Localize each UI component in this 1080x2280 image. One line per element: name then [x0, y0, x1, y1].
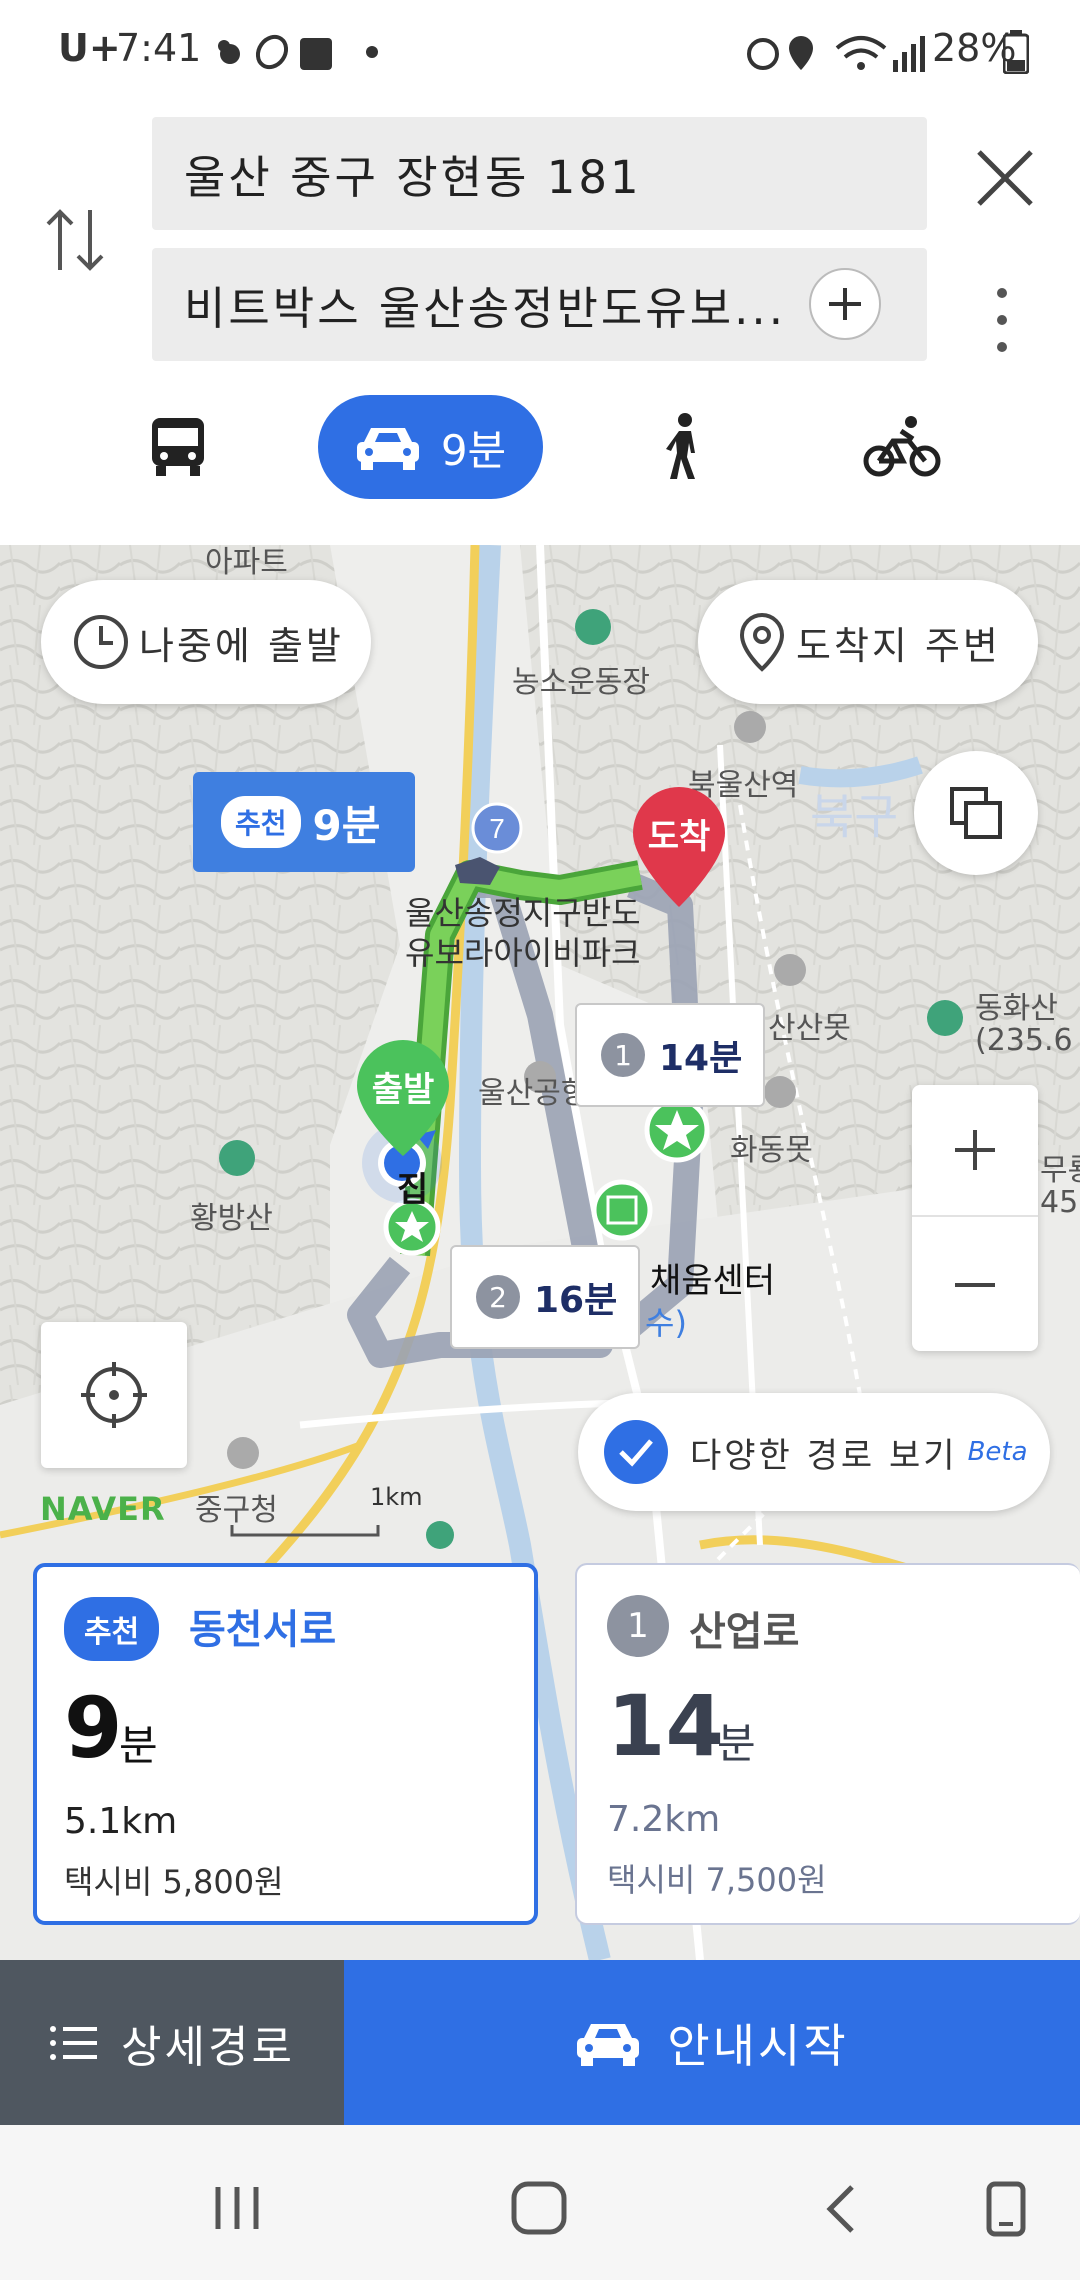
map-label-sports-ground: 농소운동장 [512, 665, 650, 700]
recommended-route-callout[interactable]: 추천 9분 [193, 772, 415, 872]
origin-text: 울산 중구 장현동 181 [184, 151, 642, 204]
recent-apps-icon[interactable] [212, 2183, 262, 2233]
origin-input[interactable]: 울산 중구 장현동 181 [152, 117, 927, 230]
map-label-ulsan-airport: 울산공항 [478, 1076, 589, 1111]
map-label-home: 집 [397, 1170, 429, 1210]
more-options-icon[interactable] [990, 285, 1014, 355]
zoom-control [912, 1085, 1038, 1351]
departure-pin-label: 출발 [371, 1070, 435, 1110]
depart-later-label: 나중에 출발 [139, 623, 344, 668]
start-navigation-label: 안내시작 [667, 2018, 849, 2073]
plus-icon [955, 1130, 995, 1170]
various-routes-label: 다양한 경로 보기 [690, 1435, 958, 1476]
map-label-donghwasan-height: (235.6 [975, 1023, 1073, 1058]
card1-distance: 5.1km [64, 1801, 178, 1842]
detail-route-button[interactable]: 상세경로 [0, 1960, 344, 2125]
route-card-1[interactable]: 1 산업로 14 분 7.2km 택시비 7,500원 [575, 1563, 1080, 1925]
home-icon[interactable] [510, 2180, 570, 2236]
naver-logo: NAVER [40, 1490, 166, 1528]
card1-road-name: 동천서로 [189, 1607, 337, 1653]
map-label-hwadongmot: 화동못 [730, 1133, 813, 1168]
tab-car[interactable]: 9분 [318, 395, 543, 499]
map-label-center: 채움센터 [650, 1261, 776, 1301]
card2-time-unit: 분 [717, 1719, 756, 1768]
route-search-header: 울산 중구 장현동 181 비트박스 울산송정반도유보... 9분 [0, 100, 1080, 545]
plus-icon [829, 288, 861, 320]
my-location-button[interactable] [41, 1322, 187, 1468]
minus-icon [955, 1283, 995, 1287]
clock: 7:41 [116, 26, 202, 70]
departure-pin[interactable]: 출발 [354, 1038, 452, 1158]
map-label-mureong-num: 450 [1040, 1185, 1080, 1220]
map-label-bukgu: 북구 [810, 789, 899, 845]
detail-route-label: 상세경로 [121, 2021, 295, 2073]
route2-callout[interactable]: 2 16분 [450, 1245, 640, 1349]
map-label-apartment: 아파트 [205, 545, 288, 580]
card1-time-unit: 분 [119, 1721, 158, 1770]
card1-taxi-fare: 택시비 5,800원 [64, 1863, 284, 1901]
notification-icons [218, 34, 378, 70]
list-icon [50, 2025, 98, 2060]
clock-icon [74, 615, 128, 669]
card2-badge: 1 [607, 1595, 669, 1657]
card1-badge: 추천 [64, 1597, 160, 1661]
back-icon[interactable] [820, 2183, 860, 2235]
battery-icon [1003, 30, 1029, 74]
tab-walk[interactable] [650, 395, 716, 499]
system-nav-bar [0, 2125, 1080, 2280]
tab-bike[interactable] [862, 395, 942, 499]
walk-icon [666, 413, 695, 479]
swap-icon[interactable] [40, 200, 110, 280]
start-navigation-button[interactable]: 안내시작 [344, 1960, 1080, 2125]
beta-label: Beta [967, 1437, 1028, 1467]
recommended-time: 9분 [312, 800, 381, 850]
route1-time: 14분 [659, 1038, 743, 1079]
map-label-su: 수) [645, 1304, 687, 1342]
arrival-pin-label: 도착 [647, 817, 711, 857]
location-pin-icon [739, 612, 785, 672]
route2-time: 16분 [534, 1280, 618, 1321]
map-label-destination-2: 유보라아이비파크 [405, 934, 641, 972]
carrier-label: U+ [58, 26, 121, 70]
arrival-pin[interactable]: 도착 [630, 785, 728, 909]
crosshair-icon [81, 1362, 147, 1428]
map-layer-button[interactable] [914, 751, 1038, 875]
car-icon [577, 2023, 640, 2066]
card1-time-number: 9 [64, 1679, 123, 1777]
map-label-mureong: 무룡 [1040, 1153, 1080, 1188]
tab-transit[interactable] [130, 395, 226, 499]
keyboard-toggle-icon[interactable] [985, 2180, 1029, 2240]
scale-label: 1km [370, 1483, 423, 1511]
recommended-badge: 추천 [221, 796, 301, 848]
route2-number: 2 [476, 1275, 520, 1319]
add-waypoint-button[interactable] [809, 268, 881, 340]
various-routes-toggle[interactable]: 다양한 경로 보기 Beta [578, 1393, 1050, 1511]
check-icon [604, 1420, 668, 1484]
close-icon[interactable] [975, 148, 1035, 208]
bike-icon [863, 416, 941, 477]
near-destination-button[interactable]: 도착지 주변 [698, 580, 1038, 704]
status-bar: U+ 7:41 28% [0, 0, 1080, 100]
map-label-jungucheong: 중구청 [195, 1493, 278, 1528]
layers-icon [950, 787, 1002, 839]
card2-road-name: 산업로 [689, 1609, 800, 1655]
car-icon [356, 428, 419, 470]
map-label-donghwasan: 동화산 [975, 991, 1058, 1026]
destination-text: 비트박스 울산송정반도유보... [184, 282, 787, 335]
near-destination-label: 도착지 주변 [796, 623, 1001, 668]
zoom-out-button[interactable] [912, 1219, 1038, 1351]
card2-taxi-fare: 택시비 7,500원 [607, 1861, 827, 1899]
map-label-sansanmot: 산산못 [768, 1011, 851, 1046]
depart-later-button[interactable]: 나중에 출발 [41, 580, 371, 704]
card2-distance: 7.2km [607, 1799, 721, 1840]
svg-text:7: 7 [489, 813, 505, 844]
route1-callout[interactable]: 1 14분 [575, 1003, 765, 1107]
route1-number: 1 [601, 1033, 645, 1077]
route-card-recommended[interactable]: 추천 동천서로 9 분 5.1km 택시비 5,800원 [33, 1563, 538, 1925]
map-label-hwangbangsan: 황방산 [190, 1201, 273, 1236]
card2-time-number: 14 [607, 1677, 724, 1775]
car-time: 9분 [440, 425, 507, 475]
zoom-in-button[interactable] [912, 1085, 1038, 1217]
bus-icon [152, 418, 204, 476]
